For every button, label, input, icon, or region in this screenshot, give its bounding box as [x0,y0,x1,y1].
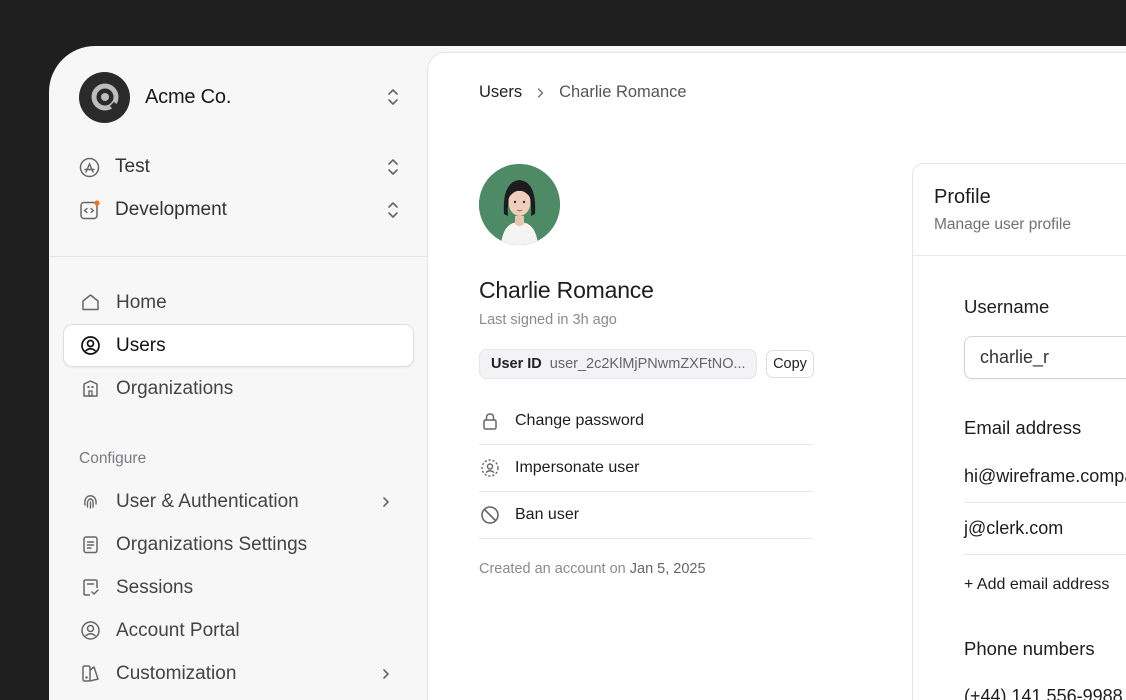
app-window: Acme Co. Test Development Home Users Org… [49,46,1126,700]
palette-icon [80,663,101,684]
home-icon [80,292,101,313]
phone-number[interactable]: (+44) 141 556-9988 [964,686,1123,700]
chevron-right-icon [536,87,545,99]
email-label: Email address [964,417,1082,438]
main-panel: Users Charlie Romance Charlie Romance La… [427,52,1126,700]
ban-icon [479,505,500,526]
user-name: Charlie Romance [479,277,654,303]
sidebar-item-organizations-settings[interactable]: Organizations Settings [63,523,414,566]
phone-label: Phone numbers [964,638,1095,659]
building-icon [80,378,101,399]
profile-title: Profile [934,186,991,208]
sidebar-item-home[interactable]: Home [63,281,414,324]
sidebar-item-account-portal[interactable]: Account Portal [63,609,414,652]
email-item[interactable]: j@clerk.com [964,518,1126,539]
sidebar-item-label: Home [116,291,167,313]
created-date: Jan 5, 2025 [629,561,706,577]
sidebar-item-users[interactable]: Users [63,324,414,367]
profile-subtitle: Manage user profile [934,216,1071,233]
sidebar-item-label: User & Authentication [116,490,299,512]
clipboard-icon [80,534,101,555]
sidebar-item-label: Organizations [116,377,234,399]
sidebar-item-label: Users [116,334,166,356]
user-id-label: User ID [491,356,542,372]
avatar [479,164,560,245]
breadcrumb-users-link[interactable]: Users [479,83,522,102]
profile-header: Profile Manage user profile [913,164,1126,256]
lock-icon [479,411,500,432]
username-input[interactable] [964,336,1126,379]
sidebar-item-user-authentication[interactable]: User & Authentication [63,480,414,523]
last-signed-in: Last signed in 3h ago [479,312,617,328]
user-id-value: user_2c2KlMjPNwmZXFtNO... [549,356,746,372]
sidebar-item-label: Account Portal [116,619,240,641]
org-switcher[interactable]: Acme Co. [79,71,399,123]
sidebar-item-organizations[interactable]: Organizations [63,367,414,410]
code-icon [79,199,100,221]
sidebar: Acme Co. Test Development Home Users Org… [49,46,427,700]
environment-development[interactable]: Development [79,193,399,227]
user-circle-icon [80,335,101,356]
email-divider [964,502,1126,503]
action-label: Change password [515,412,644,429]
impersonate-user-action[interactable]: Impersonate user [479,445,812,492]
ban-user-action[interactable]: Ban user [479,492,812,539]
action-label: Ban user [515,506,580,523]
sidebar-item-label: Customization [116,662,237,684]
username-label: Username [964,296,1050,317]
app-store-icon [79,157,100,178]
acme-logo-icon [79,71,130,123]
sidebar-item-label: Organizations Settings [116,533,308,555]
user-id-pill: User ID user_2c2KlMjPNwmZXFtNO... [479,349,757,379]
chevron-up-down-icon [387,88,399,106]
impersonate-icon [479,458,500,479]
breadcrumb: Users Charlie Romance [479,83,687,102]
session-icon [80,577,101,598]
configure-section-label: Configure [79,450,147,467]
chevron-up-down-icon [387,158,399,176]
email-item[interactable]: hi@wireframe.compa [964,466,1126,487]
user-actions: Change password Impersonate user Ban use… [479,398,812,539]
sidebar-item-sessions[interactable]: Sessions [63,566,414,609]
chevron-right-icon [381,667,391,681]
email-divider [964,554,1126,555]
sidebar-item-label: Sessions [116,576,194,598]
chevron-up-down-icon [387,201,399,219]
chevron-right-icon [381,495,391,509]
environment-test[interactable]: Test [79,150,399,184]
created-prefix: Created an account on [479,561,630,577]
account-created-text: Created an account on Jan 5, 2025 [479,561,706,577]
sidebar-divider [49,256,427,257]
copy-button[interactable]: Copy [766,350,814,378]
user-circle-icon [80,620,101,641]
org-name: Acme Co. [145,85,232,108]
environment-label: Test [115,156,150,177]
action-label: Impersonate user [515,459,640,476]
breadcrumb-current: Charlie Romance [559,83,687,101]
add-email-button[interactable]: + Add email address [964,576,1109,594]
sidebar-item-customization[interactable]: Customization [63,652,414,695]
profile-card: Profile Manage user profile Username Ema… [912,163,1126,700]
fingerprint-icon [80,491,101,512]
change-password-action[interactable]: Change password [479,398,812,445]
environment-label: Development [115,199,227,220]
